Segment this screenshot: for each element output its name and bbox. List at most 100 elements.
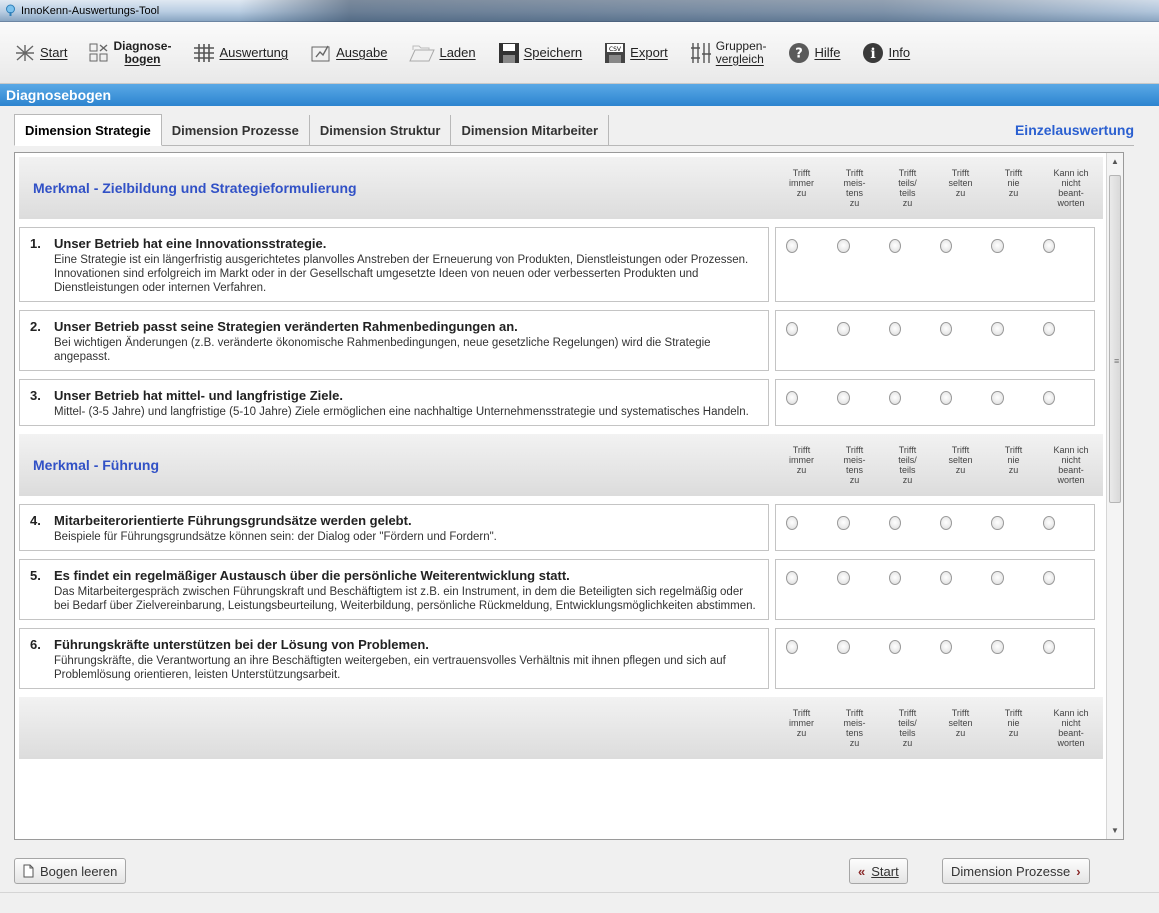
svg-text:CSV: CSV <box>609 46 622 53</box>
column-header-line: tens <box>845 465 863 475</box>
tab-dimension-struktur[interactable]: Dimension Struktur <box>309 115 452 145</box>
rating-radio[interactable] <box>837 239 850 253</box>
scroll-up-icon[interactable]: ▲ <box>1107 153 1123 170</box>
question-row: 6. Führungskräfte unterstützen bei der Lö… <box>19 628 1103 689</box>
rating-radio[interactable] <box>786 391 799 405</box>
column-header-line: worten <box>1057 475 1085 485</box>
rating-radio[interactable] <box>1042 516 1055 530</box>
diagnose-label-1: Diagnose- <box>113 38 172 53</box>
speichern-button[interactable]: Speichern <box>498 33 583 73</box>
rating-radio[interactable] <box>1042 322 1055 336</box>
rating-radio[interactable] <box>991 516 1004 530</box>
column-header-line: Trifft <box>951 168 970 178</box>
laden-button[interactable]: Laden <box>409 33 476 73</box>
rating-radio[interactable] <box>1042 571 1055 585</box>
tab-dimension-mitarbeiter[interactable]: Dimension Mitarbeiter <box>451 115 610 145</box>
rating-radio[interactable] <box>991 391 1004 405</box>
rating-radio[interactable] <box>939 640 953 654</box>
rating-radio[interactable] <box>1042 239 1055 253</box>
column-header-line: zu <box>955 465 966 475</box>
column-header-line: immer <box>789 718 814 728</box>
rating-radio[interactable] <box>837 391 850 405</box>
export-label: Export <box>630 45 668 60</box>
rating-radio[interactable] <box>786 322 799 336</box>
rating-radio[interactable] <box>837 571 850 585</box>
column-header-line: Trifft <box>951 708 970 718</box>
column-header-line <box>987 475 1040 485</box>
question-box: 4. Mitarbeiterorientierte Führungsgrundsä… <box>19 504 769 551</box>
ausgabe-button[interactable]: Ausgabe <box>310 33 387 73</box>
question-title: Mitarbeiterorientierte Führungsgrundsätz… <box>54 513 412 528</box>
scroll-thumb[interactable]: ≡ <box>1109 175 1121 503</box>
start-nav-button[interactable]: « Start <box>849 858 908 884</box>
rating-column-header: Trifft teils/teils zu <box>881 708 934 748</box>
rating-radio[interactable] <box>939 239 953 253</box>
rating-radio[interactable] <box>786 571 799 585</box>
column-header-line: Trifft <box>1004 168 1023 178</box>
bogen-leeren-button[interactable]: Bogen leeren <box>14 858 127 884</box>
rating-radio[interactable] <box>991 239 1004 253</box>
question-number: 2. <box>30 319 41 334</box>
column-header-line: Trifft <box>792 168 811 178</box>
question-text: Unser Betrieb hat eine Innovationsstrate… <box>54 236 758 295</box>
column-header-line: Trifft <box>845 708 864 718</box>
speichern-label: Speichern <box>523 45 583 60</box>
rating-options <box>775 227 1095 302</box>
rating-radio[interactable] <box>786 640 799 654</box>
rating-radio[interactable] <box>888 239 901 253</box>
rating-radio[interactable] <box>837 640 850 654</box>
rating-radio[interactable] <box>888 391 901 405</box>
question-box: 5. Es findet ein regelmäßiger Austausch ü… <box>19 559 769 620</box>
info-label: Info <box>888 45 911 60</box>
rating-radio[interactable] <box>1042 640 1055 654</box>
column-header-line: teils/ <box>898 178 917 188</box>
rating-radio[interactable] <box>837 322 850 336</box>
output-icon <box>310 43 332 63</box>
rating-radio[interactable] <box>888 322 901 336</box>
compare-icon <box>690 42 712 64</box>
gruppenvergleich-button[interactable]: Gruppen- vergleich <box>690 33 767 73</box>
page-icon <box>23 864 34 878</box>
rating-radio[interactable] <box>939 516 953 530</box>
tab-dimension-strategie[interactable]: Dimension Strategie <box>14 114 162 146</box>
einzelauswertung-link[interactable]: Einzelauswertung <box>1015 122 1134 145</box>
tab-dimension-prozesse[interactable]: Dimension Prozesse <box>161 115 310 145</box>
column-header-line: zu <box>1008 728 1019 738</box>
grid-icon <box>193 43 215 63</box>
scroll-down-icon[interactable]: ▼ <box>1107 822 1123 839</box>
column-header-line: tens <box>845 188 863 198</box>
question-text: Unser Betrieb passt seine Strategien ver… <box>54 319 758 364</box>
rating-radio[interactable] <box>888 640 901 654</box>
column-header-line: nicht <box>1061 455 1081 465</box>
rating-radio[interactable] <box>939 391 953 405</box>
rating-radio[interactable] <box>991 571 1004 585</box>
vertical-scrollbar[interactable]: ▲ ≡ ▼ <box>1106 153 1123 839</box>
chevron-right-icon: › <box>1076 863 1081 879</box>
rating-radio[interactable] <box>837 516 850 530</box>
rating-radio[interactable] <box>1042 391 1055 405</box>
rating-radio[interactable] <box>991 322 1004 336</box>
column-header-line: zu <box>796 728 807 738</box>
rating-options <box>775 310 1095 371</box>
auswertung-button[interactable]: Auswertung <box>193 33 288 73</box>
column-header-line: zu <box>955 188 966 198</box>
info-button[interactable]: i Info <box>862 33 910 73</box>
auswertung-label: Auswertung <box>219 45 289 60</box>
question-number: 5. <box>30 568 41 583</box>
question-number: 1. <box>30 236 41 251</box>
start-icon <box>14 43 36 63</box>
gruppen-label-1: Gruppen- <box>715 38 767 53</box>
next-dimension-button[interactable]: Dimension Prozesse › <box>942 858 1090 884</box>
rating-radio[interactable] <box>786 239 799 253</box>
rating-radio[interactable] <box>939 571 953 585</box>
export-button[interactable]: CSV Export <box>604 33 668 73</box>
rating-radio[interactable] <box>991 640 1004 654</box>
rating-radio[interactable] <box>888 516 901 530</box>
diagnosebogen-button[interactable]: Diagnose- bogen <box>89 33 171 73</box>
hilfe-button[interactable]: ? Hilfe <box>788 33 840 73</box>
start-button[interactable]: Start <box>14 33 67 73</box>
column-header-line: Trifft <box>845 168 864 178</box>
rating-radio[interactable] <box>888 571 901 585</box>
rating-radio[interactable] <box>939 322 953 336</box>
rating-radio[interactable] <box>786 516 799 530</box>
